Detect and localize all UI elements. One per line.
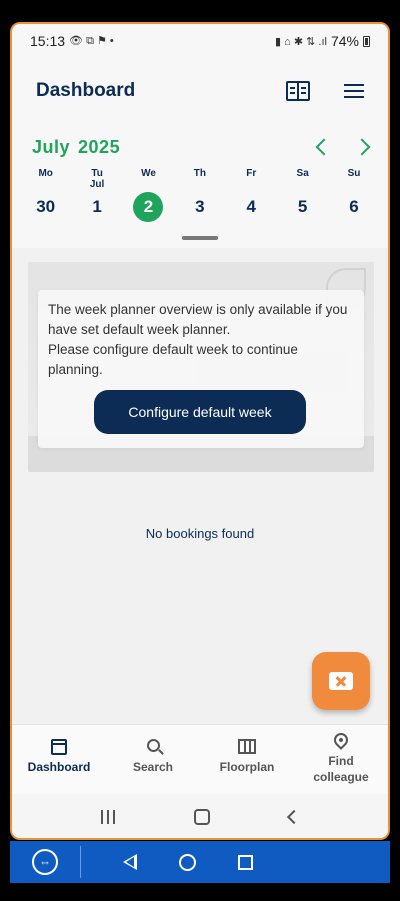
calendar-icon [51, 739, 67, 755]
nav-search[interactable]: Search [106, 725, 200, 794]
search-icon [146, 739, 160, 752]
next-week-chevron-icon[interactable] [353, 138, 371, 156]
battery-icon [363, 35, 370, 47]
notification-icons: 👁 ⧉ ⚑ • [69, 35, 114, 47]
previous-week-chevron-icon[interactable] [315, 138, 333, 156]
toolbar-divider [80, 846, 81, 878]
calendar-day[interactable]: Tu Jul 1 [71, 168, 122, 224]
remote-recents-icon[interactable] [238, 854, 253, 870]
year-label: 2025 [78, 136, 121, 157]
nav-find-colleague[interactable]: Find colleague [294, 725, 388, 794]
app-header: Dashboard [12, 58, 388, 124]
day-of-week: Sa [296, 168, 309, 179]
recents-icon[interactable] [101, 810, 116, 824]
menu-icon[interactable] [344, 84, 364, 98]
calendar-day[interactable]: Th 3 [174, 168, 225, 224]
month-marker: Jul [89, 179, 105, 190]
month-label: July [32, 136, 71, 157]
day-number: 1 [92, 197, 102, 216]
month-row: July 2025 [32, 134, 371, 160]
day-number: 30 [36, 197, 56, 216]
remote-back-icon[interactable] [123, 854, 137, 870]
day-of-week: We [141, 168, 156, 179]
book-icon[interactable] [286, 81, 310, 101]
main-content: The week planner overview is only availa… [12, 248, 388, 724]
day-of-week: Th [193, 168, 206, 179]
bottom-navigation: Dashboard Search Floorplan Find colleagu… [12, 724, 388, 794]
week-planner-notice: The week planner overview is only availa… [38, 290, 364, 448]
calendar-day[interactable]: Sa 5 [277, 168, 328, 224]
status-bar: 15:13 👁 ⧉ ⚑ • ▮ ⌂ ✱ ⇅ .ıl 74% [12, 24, 388, 58]
nav-label: Find colleague [313, 754, 369, 784]
page-title: Dashboard [36, 80, 136, 101]
teamviewer-logo-icon[interactable]: ⇔ [32, 849, 58, 875]
notice-line-2: Please configure default week to continu… [48, 342, 298, 377]
day-of-week: Fr [246, 168, 257, 179]
configure-default-week-button[interactable]: Configure default week [94, 390, 306, 434]
day-of-week: Mo [38, 168, 53, 179]
remote-home-icon[interactable] [179, 853, 196, 871]
close-icon [329, 672, 353, 690]
home-icon[interactable] [193, 809, 210, 825]
day-number: 5 [297, 197, 308, 216]
day-of-week: Su [347, 168, 361, 179]
nav-label: Search [132, 760, 174, 774]
days-row: Mo 30 Tu Jul 1 We 2 Th 3 Fr 4 Sa 5 Su 6 [20, 168, 380, 224]
day-of-week: Tu [91, 168, 103, 179]
location-pin-icon [331, 730, 351, 750]
day-number: 6 [349, 197, 359, 216]
day-number: 2 [133, 192, 164, 222]
nav-label: Floorplan [219, 760, 275, 774]
calendar-day[interactable]: Mo 30 [20, 168, 71, 224]
no-bookings-text: No bookings found [145, 526, 255, 541]
nav-label: Dashboard [27, 760, 91, 774]
map-icon [238, 739, 256, 754]
android-navigation-bar [12, 794, 388, 838]
week-calendar: July 2025 Mo 30 Tu Jul 1 We 2 Th 3 Fr 4 Sa 5 Su 6 [12, 124, 388, 248]
calendar-day[interactable]: We 2 [123, 168, 174, 224]
drag-handle[interactable] [182, 236, 218, 240]
cancel-fab-button[interactable] [312, 652, 370, 710]
day-number: 4 [246, 197, 256, 216]
day-number: 3 [195, 197, 205, 216]
calendar-day[interactable]: Su 6 [328, 168, 379, 224]
system-icons: ▮ ⌂ ✱ ⇅ .ıl [275, 35, 327, 48]
back-icon[interactable] [286, 809, 301, 825]
month-year-label: July 2025 [32, 137, 120, 158]
calendar-day[interactable]: Fr 4 [226, 168, 277, 224]
status-time: 15:13 [30, 33, 66, 49]
remote-control-toolbar: ⇔ [10, 841, 390, 883]
nav-dashboard[interactable]: Dashboard [12, 725, 106, 794]
notice-line-1: The week planner overview is only availa… [48, 302, 348, 337]
battery-percent: 74% [330, 33, 359, 49]
nav-floorplan[interactable]: Floorplan [200, 725, 294, 794]
phone-screen: 15:13 👁 ⧉ ⚑ • ▮ ⌂ ✱ ⇅ .ıl 74% Dashboard … [10, 22, 390, 840]
